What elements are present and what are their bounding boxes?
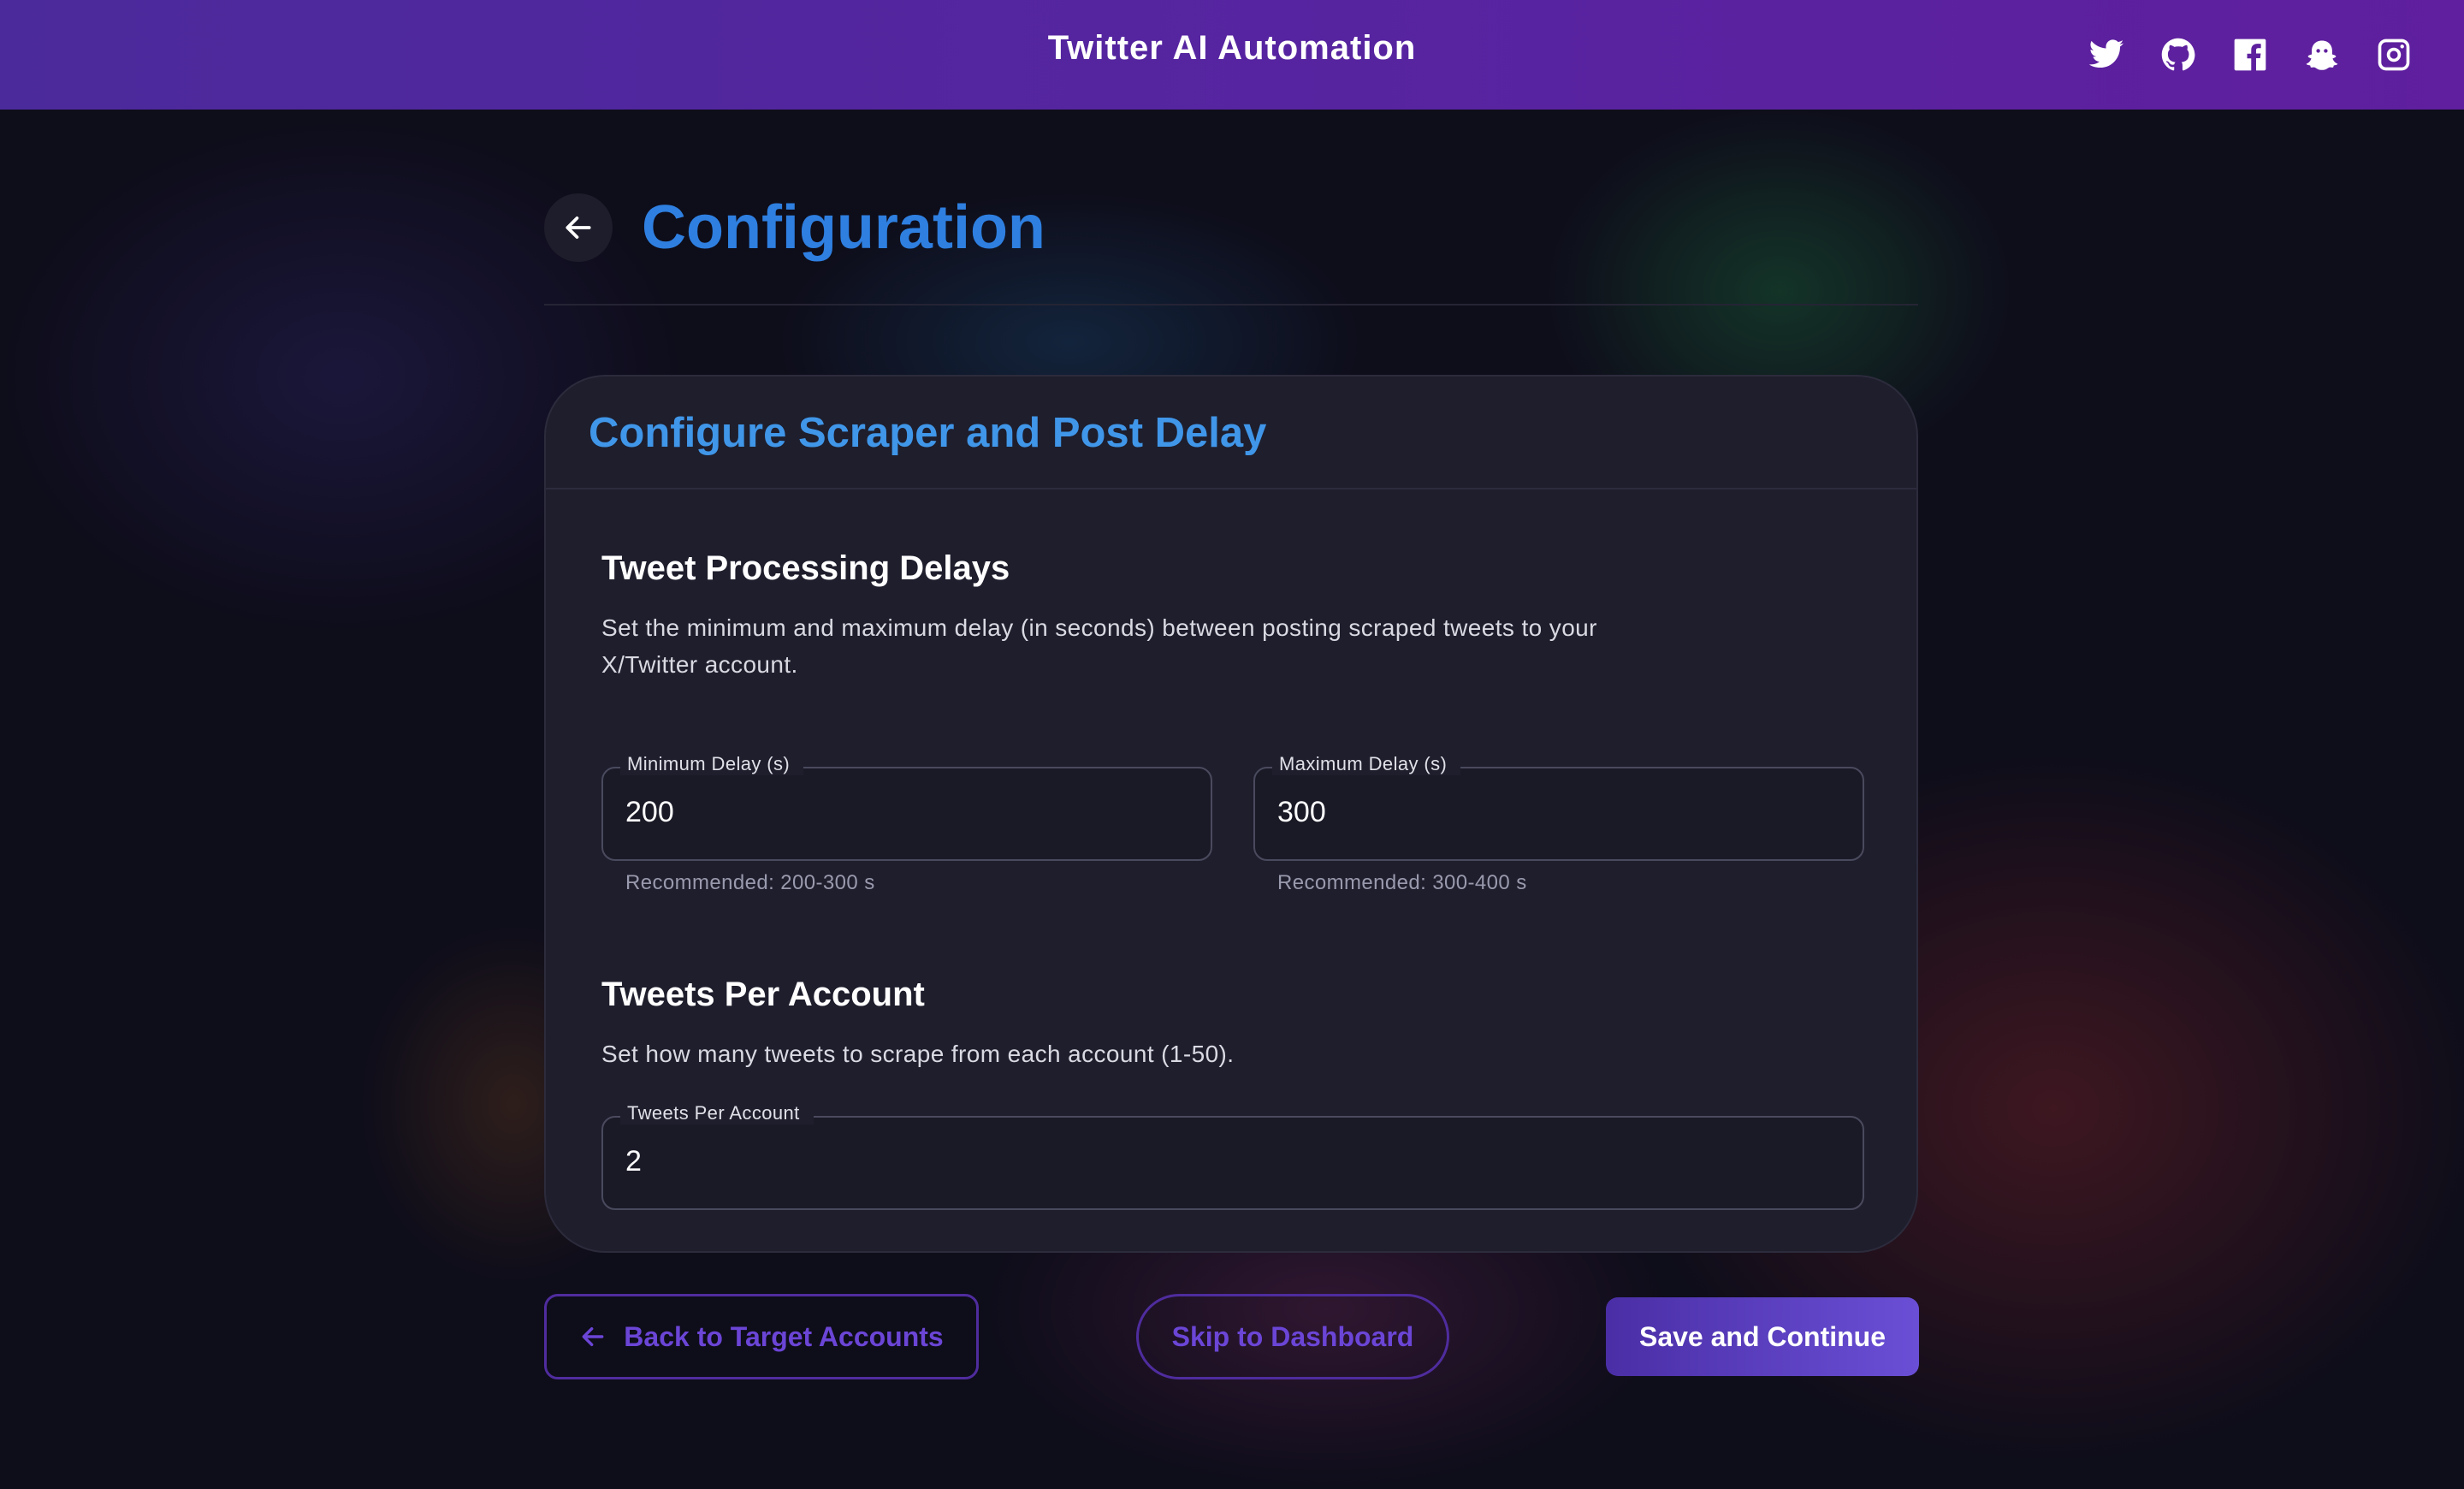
- min-delay-input[interactable]: [625, 796, 1111, 829]
- max-delay-label: Maximum Delay (s): [1272, 753, 1461, 775]
- card-divider: [546, 488, 1916, 489]
- instagram-icon[interactable]: [2373, 34, 2414, 75]
- ghost-icon[interactable]: [2301, 34, 2343, 75]
- back-button[interactable]: [544, 193, 613, 262]
- max-delay-helper: Recommended: 300-400 s: [1277, 871, 1527, 894]
- back-button-label: Back to Target Accounts: [624, 1320, 944, 1352]
- save-and-continue-button[interactable]: Save and Continue: [1606, 1297, 1919, 1376]
- delays-section-title: Tweet Processing Delays: [601, 549, 1010, 587]
- back-to-target-accounts-button[interactable]: Back to Target Accounts: [544, 1294, 979, 1379]
- save-button-label: Save and Continue: [1638, 1320, 1886, 1352]
- max-delay-input[interactable]: [1277, 796, 1763, 829]
- header-divider: [544, 304, 1918, 306]
- tweets-per-account-input[interactable]: [625, 1145, 1633, 1178]
- min-delay-helper: Recommended: 200-300 s: [625, 871, 875, 894]
- skip-to-dashboard-button[interactable]: Skip to Dashboard: [1136, 1294, 1449, 1379]
- card-title: Configure Scraper and Post Delay: [589, 410, 1267, 456]
- tweets-description: Set how many tweets to scrape from each …: [601, 1041, 1235, 1067]
- min-delay-label: Minimum Delay (s): [620, 753, 804, 775]
- delays-description: Set the minimum and maximum delay (in se…: [601, 609, 1597, 683]
- delays-description-line-2: X/Twitter account.: [601, 651, 798, 678]
- facebook-icon[interactable]: [2230, 34, 2271, 75]
- github-icon[interactable]: [2158, 34, 2199, 75]
- arrow-left-icon: [579, 1323, 607, 1350]
- config-card: Configure Scraper and Post Delay Tweet P…: [544, 375, 1918, 1253]
- tweets-per-account-label: Tweets Per Account: [620, 1102, 814, 1124]
- delays-description-line-1: Set the minimum and maximum delay (in se…: [601, 614, 1597, 641]
- social-links: [2086, 34, 2414, 75]
- arrow-left-icon: [566, 217, 591, 239]
- top-bar: Twitter AI Automation: [0, 0, 2464, 110]
- min-delay-field[interactable]: Minimum Delay (s): [601, 753, 1212, 861]
- max-delay-field[interactable]: Maximum Delay (s): [1253, 753, 1864, 861]
- tweets-section-title: Tweets Per Account: [601, 976, 925, 1013]
- twitter-icon[interactable]: [2086, 34, 2127, 75]
- page-title: Configuration: [642, 193, 1045, 262]
- page-header: Configuration: [544, 190, 1045, 265]
- skip-button-label: Skip to Dashboard: [1171, 1320, 1414, 1352]
- tweets-per-account-field[interactable]: Tweets Per Account: [601, 1102, 1864, 1210]
